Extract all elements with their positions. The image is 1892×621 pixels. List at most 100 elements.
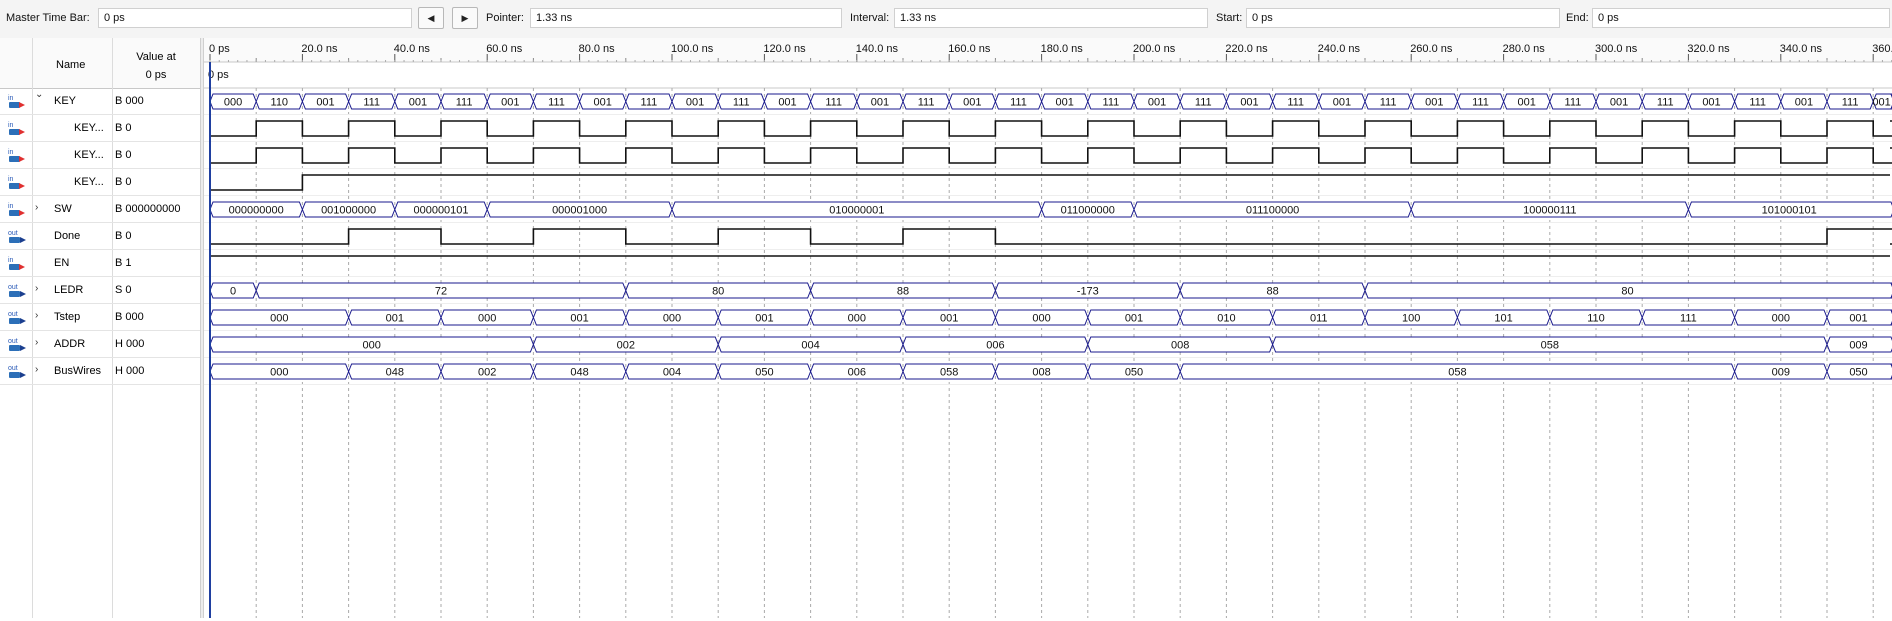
bus-value-label: 001 bbox=[1333, 97, 1351, 109]
signal-name: SW bbox=[54, 203, 72, 215]
start-field[interactable]: 0 ps bbox=[1246, 8, 1560, 28]
bus-value-label: 001 bbox=[871, 97, 889, 109]
value-column-header[interactable]: Value at 0 ps bbox=[118, 48, 194, 84]
bus-value-label: 111 bbox=[918, 97, 935, 109]
signal-value: B 1 bbox=[115, 257, 132, 269]
bus-value-label: 001 bbox=[409, 97, 427, 109]
signal-row[interactable]: in KEY... B 0 bbox=[0, 115, 200, 142]
ruler-tick-label: 120.0 ns bbox=[763, 43, 806, 55]
signal-row[interactable]: out Done B 0 bbox=[0, 223, 200, 250]
bus-value-label: 058 bbox=[1448, 367, 1466, 379]
bus-value-label: 111 bbox=[363, 97, 380, 109]
ruler-tick-label: 340.0 ns bbox=[1780, 43, 1823, 55]
bus-value-label: 050 bbox=[1125, 367, 1143, 379]
bus-value-label: 100000111 bbox=[1523, 205, 1576, 217]
signal-row[interactable]: out › Tstep B 000 bbox=[0, 304, 200, 331]
signal-value: H 000 bbox=[115, 365, 145, 377]
signal-name: Done bbox=[54, 230, 81, 242]
bus-value-label: 88 bbox=[897, 286, 909, 298]
signal-value: S 0 bbox=[115, 284, 132, 296]
bus-value-label: 010000001 bbox=[829, 205, 884, 217]
signal-value: B 000 bbox=[115, 95, 144, 107]
output-pin-icon: out bbox=[7, 364, 27, 380]
svg-text:in: in bbox=[8, 95, 14, 102]
name-column-header[interactable]: Name bbox=[56, 59, 85, 71]
ruler-tick-label: 40.0 ns bbox=[394, 43, 431, 55]
end-field[interactable]: 0 ps bbox=[1592, 8, 1890, 28]
waveform-area[interactable]: 0 ps 20.0 ns 40.0 ns 60.0 ns 80.0 ns 100.0 ns… bbox=[204, 38, 1892, 618]
value-at-label: Value at bbox=[136, 51, 176, 63]
cursor-time-label: 0 ps bbox=[208, 69, 229, 81]
bus-value-label: 006 bbox=[986, 340, 1004, 352]
signal-value: B 0 bbox=[115, 230, 132, 242]
svg-text:out: out bbox=[8, 311, 18, 318]
bus-value-label: 001 bbox=[1425, 97, 1443, 109]
ruler-tick-label: 320.0 ns bbox=[1687, 43, 1730, 55]
pointer-label: Pointer: bbox=[486, 12, 524, 24]
bus-value-label: 000 bbox=[270, 367, 288, 379]
bus-value-label: 001 bbox=[1702, 97, 1720, 109]
bus-value-label: 111 bbox=[1565, 97, 1582, 109]
bus-value-label: 72 bbox=[435, 286, 447, 298]
bus-value-label: 111 bbox=[641, 97, 658, 109]
previous-transition-button[interactable]: ◀ bbox=[418, 7, 444, 29]
signal-row[interactable]: in KEY... B 0 bbox=[0, 142, 200, 169]
interval-field[interactable]: 1.33 ns bbox=[894, 8, 1208, 28]
input-pin-icon: in bbox=[7, 94, 27, 110]
signal-name: LEDR bbox=[54, 284, 84, 296]
signal-row[interactable]: out › ADDR H 000 bbox=[0, 331, 200, 358]
bus-value-label: 111 bbox=[733, 97, 750, 109]
output-pin-icon: out bbox=[7, 310, 27, 326]
bus-value-label: 001 bbox=[963, 97, 981, 109]
signal-row[interactable]: out › BusWires H 000 bbox=[0, 358, 200, 385]
pointer-field[interactable]: 1.33 ns bbox=[530, 8, 842, 28]
bus-value-label: 001 bbox=[386, 313, 404, 325]
expand-chevron-icon[interactable]: › bbox=[35, 364, 38, 375]
svg-text:out: out bbox=[8, 230, 18, 237]
master-time-bar-field[interactable]: 0 ps bbox=[98, 8, 412, 28]
bus-value-label: 050 bbox=[1849, 367, 1867, 379]
bus-value-label: 000 bbox=[1032, 313, 1050, 325]
next-transition-button[interactable]: ▶ bbox=[452, 7, 478, 29]
signal-row[interactable]: in › SW B 000000000 bbox=[0, 196, 200, 223]
ruler-tick-label: 160.0 ns bbox=[948, 43, 991, 55]
bus-value-label: 111 bbox=[1195, 97, 1212, 109]
bus-value-label: 004 bbox=[801, 340, 819, 352]
bus-value-label: 80 bbox=[1621, 286, 1633, 298]
output-pin-icon: out bbox=[7, 283, 27, 299]
bus-value-label: 000000101 bbox=[413, 205, 468, 217]
signal-name: KEY... bbox=[74, 122, 104, 134]
expand-chevron-icon[interactable]: › bbox=[35, 337, 38, 348]
bus-value-label: 009 bbox=[1849, 340, 1867, 352]
bus-value-label: 101000101 bbox=[1762, 205, 1817, 217]
bit-waveform bbox=[210, 228, 1892, 245]
expand-chevron-icon[interactable]: › bbox=[35, 310, 38, 321]
bus-value-label: 101 bbox=[1494, 313, 1512, 325]
expand-chevron-icon[interactable]: › bbox=[35, 202, 38, 213]
bus-value-label: 001 bbox=[316, 97, 334, 109]
value-time-label: 0 ps bbox=[145, 69, 167, 81]
signal-row[interactable]: out › LEDR S 0 bbox=[0, 277, 200, 304]
signal-list-pane: Name Value at 0 ps in ⌄ KEY B 000 in KEY... B … bbox=[0, 38, 201, 618]
bus-value-label: 111 bbox=[1657, 97, 1674, 109]
expand-chevron-icon[interactable]: › bbox=[35, 283, 38, 294]
signal-row[interactable]: in ⌄ KEY B 000 bbox=[0, 88, 200, 115]
bit-waveform bbox=[210, 120, 1892, 137]
bus-value-label: 100 bbox=[1402, 313, 1420, 325]
bus-value-label: 058 bbox=[940, 367, 958, 379]
signal-name: Tstep bbox=[54, 311, 81, 323]
bus-value-label: 001 bbox=[1872, 97, 1890, 109]
bus-value-label: 000000000 bbox=[229, 205, 284, 217]
bit-waveform bbox=[210, 147, 1892, 164]
signal-row[interactable]: in EN B 1 bbox=[0, 250, 200, 277]
collapse-chevron-icon[interactable]: ⌄ bbox=[35, 89, 43, 100]
bus-value-label: 001 bbox=[594, 97, 612, 109]
bus-value-label: 008 bbox=[1171, 340, 1189, 352]
input-pin-icon: in bbox=[7, 256, 27, 272]
waveform-canvas[interactable]: 0 ps 20.0 ns 40.0 ns 60.0 ns 80.0 ns 100.0 ns… bbox=[204, 38, 1892, 618]
bus-value-label: 000 bbox=[848, 313, 866, 325]
signal-row[interactable]: in KEY... B 0 bbox=[0, 169, 200, 196]
bus-value-label: 111 bbox=[548, 97, 565, 109]
bus-value-label: 111 bbox=[1472, 97, 1489, 109]
bus-value-label: 001 bbox=[570, 313, 588, 325]
